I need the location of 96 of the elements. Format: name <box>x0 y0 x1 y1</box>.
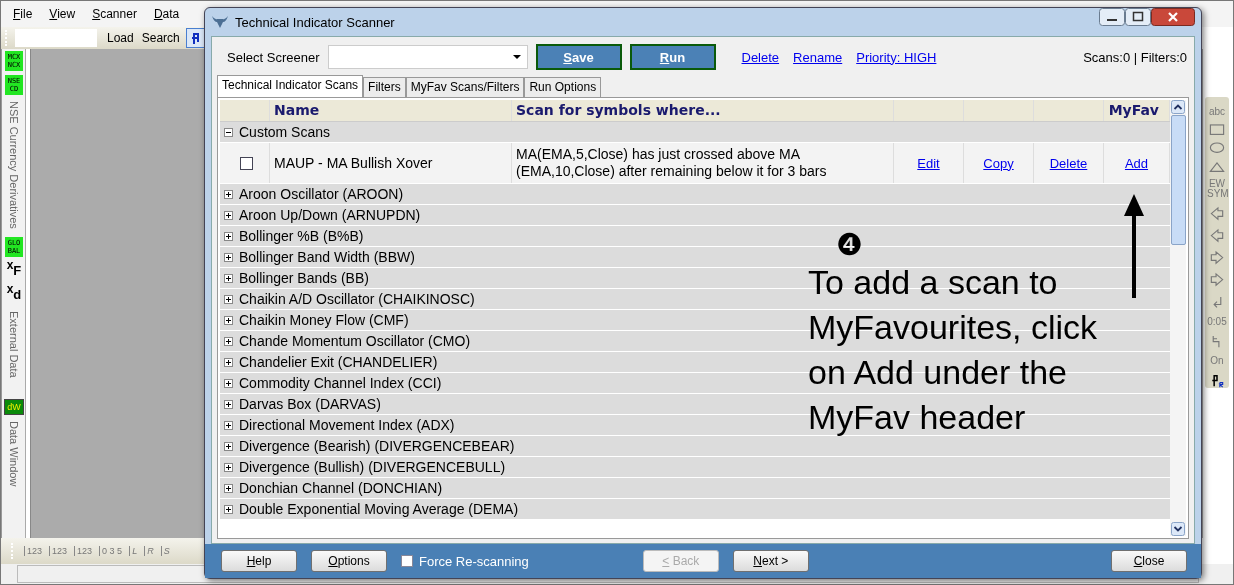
tool-button[interactable]: 0 3 5 <box>99 546 123 556</box>
panel-icon[interactable]: dW <box>4 399 24 416</box>
expand-icon[interactable] <box>224 210 233 220</box>
tool-button[interactable]: 123 <box>24 546 43 556</box>
ellipse-icon[interactable] <box>1209 142 1225 154</box>
group-label[interactable]: Chaikin A/D Oscillator (CHAIKINOSC) <box>239 291 475 307</box>
expand-icon[interactable] <box>224 504 233 514</box>
close-icon[interactable] <box>1151 8 1195 26</box>
link[interactable]: Copy <box>983 155 1014 171</box>
footer-button[interactable]: Next > <box>732 550 809 572</box>
side-tab[interactable]: Data Window <box>8 417 20 491</box>
tab[interactable]: MyFav Scans/Filters <box>405 77 525 97</box>
group-label[interactable]: Chaikin Money Flow (CMF) <box>239 312 409 328</box>
expand-icon[interactable] <box>224 357 233 367</box>
expand-icon[interactable] <box>224 420 233 430</box>
checkbox-label[interactable]: Force Re-scanning <box>419 553 529 569</box>
group-label[interactable]: Donchian Channel (DONCHIAN) <box>239 480 443 496</box>
group-label[interactable]: Bollinger %B (B%B) <box>239 228 364 244</box>
tool-button[interactable]: L <box>129 546 138 556</box>
left-arrow-icon[interactable] <box>1209 206 1225 222</box>
up-arrow-icon[interactable] <box>1124 194 1144 298</box>
panel-icon[interactable]: xd <box>6 282 22 305</box>
checkbox[interactable] <box>401 555 413 567</box>
window-title: Technical Indicator Scanner <box>235 14 396 30</box>
menu-item[interactable]: Data <box>153 7 180 21</box>
link[interactable]: Delete <box>1049 155 1088 171</box>
toolbar-button[interactable]: Load <box>105 31 136 45</box>
tool-button[interactable]: S <box>160 546 170 556</box>
group-label[interactable]: Chande Momentum Oscillator (CMO) <box>239 333 471 349</box>
minimize-icon[interactable] <box>1099 8 1125 26</box>
expand-icon[interactable] <box>224 315 233 325</box>
expand-icon[interactable] <box>224 483 233 493</box>
annotation-text: To add a scan to MyFavourites, click on Add under the MyFav header <box>808 262 1099 438</box>
left-arrow-icon[interactable] <box>1209 228 1225 244</box>
menu-item[interactable]: View <box>49 7 76 21</box>
scrollbar[interactable] <box>1170 100 1186 536</box>
expand-icon[interactable] <box>224 294 233 304</box>
tool-button[interactable]: 123 <box>49 546 68 556</box>
menu-item[interactable]: File <box>13 7 33 21</box>
tab[interactable]: Run Options <box>524 77 602 97</box>
side-tab[interactable]: External Data <box>8 306 20 382</box>
field-label: Select Screener <box>227 49 320 65</box>
toolbar-button[interactable]: Search <box>139 31 182 45</box>
checkbox[interactable] <box>240 156 253 170</box>
tab[interactable]: Filters <box>363 77 406 97</box>
column-header[interactable]: Name <box>270 100 512 121</box>
tool-button[interactable]: R <box>144 546 154 556</box>
search-field[interactable] <box>15 29 97 47</box>
group-label[interactable]: Commodity Channel Index (CCI) <box>239 375 442 391</box>
dropdown-arrow-icon[interactable] <box>512 55 521 59</box>
action-button[interactable]: Run <box>629 44 716 70</box>
expand-icon[interactable] <box>224 336 233 346</box>
expand-icon[interactable] <box>224 462 233 472</box>
side-tab[interactable]: NSE Currency Derivatives <box>8 97 20 233</box>
rectangle-icon[interactable] <box>1209 124 1225 136</box>
link[interactable]: Rename <box>793 49 843 65</box>
collapse-icon[interactable] <box>224 127 233 137</box>
expand-icon[interactable] <box>224 189 233 199</box>
footer-button[interactable]: Help <box>221 550 297 572</box>
tab[interactable]: Technical Indicator Scans <box>217 75 364 97</box>
tool-button[interactable]: 123 <box>74 546 93 556</box>
scan-count: Scans:0 | Filters:0 <box>1083 49 1187 65</box>
expand-icon[interactable] <box>224 231 233 241</box>
panel-icon[interactable]: xF <box>6 258 22 281</box>
right-arrow-icon[interactable] <box>1209 272 1225 288</box>
expand-icon[interactable] <box>224 399 233 409</box>
group-label[interactable]: Directional Movement Index (ADX) <box>239 417 455 433</box>
link[interactable]: Delete <box>741 49 780 65</box>
step-number: ❹ <box>836 230 864 260</box>
group-label[interactable]: Chandelier Exit (CHANDELIER) <box>239 354 438 370</box>
expand-icon[interactable] <box>224 378 233 388</box>
link[interactable]: Add <box>1124 155 1149 171</box>
group-label[interactable]: Aroon Oscillator (AROON) <box>239 186 404 202</box>
link[interactable]: Priority: HIGH <box>856 49 937 65</box>
scroll-thumb[interactable] <box>1170 115 1186 245</box>
expand-icon[interactable] <box>224 252 233 262</box>
expand-icon[interactable] <box>224 441 233 451</box>
scroll-down-icon[interactable] <box>1171 522 1185 536</box>
table-cell-text: MA(EMA,5,Close) has just crossed above MA (EMA,10,Close) after remaining below it for 3 bars <box>516 146 828 180</box>
scroll-up-icon[interactable] <box>1171 100 1185 114</box>
menu-item[interactable]: Scanner <box>92 7 137 21</box>
triangle-icon[interactable] <box>1209 160 1225 173</box>
footer-button[interactable]: Options <box>311 550 387 572</box>
group-label[interactable]: Custom Scans <box>239 124 331 140</box>
group-label[interactable]: Bollinger Band Width (BBW) <box>239 249 415 265</box>
link[interactable]: Edit <box>917 155 940 171</box>
group-label[interactable]: Darvas Box (DARVAS) <box>239 396 381 412</box>
close-button[interactable]: Close <box>1111 550 1187 572</box>
group-label[interactable]: Aroon Up/Down (ARNUPDN) <box>239 207 421 223</box>
expand-icon[interactable] <box>224 273 233 283</box>
action-button[interactable]: Save <box>535 44 622 70</box>
maximize-icon[interactable] <box>1125 8 1151 26</box>
column-header[interactable]: Scan for symbols where... <box>512 100 894 121</box>
table-cell: MAUP - MA Bullish Xover <box>274 154 433 172</box>
right-arrow-icon[interactable] <box>1209 250 1225 266</box>
group-label[interactable]: Bollinger Bands (BB) <box>239 270 369 286</box>
